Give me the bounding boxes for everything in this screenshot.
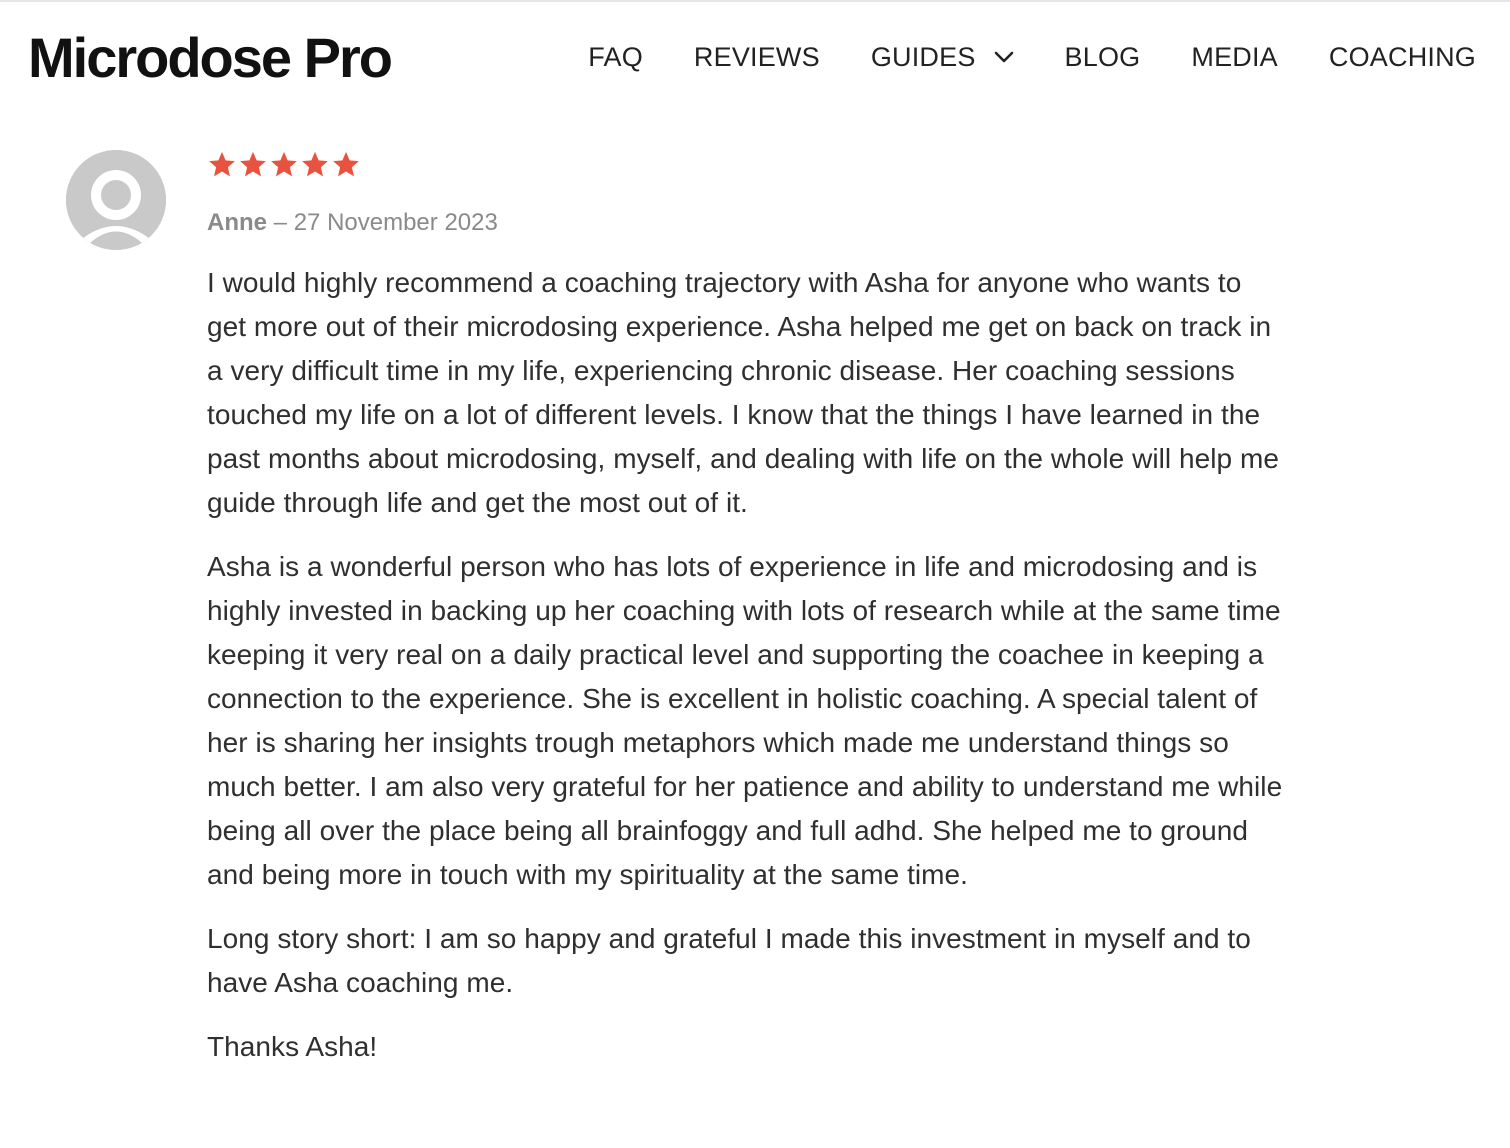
nav-item-label: COACHING (1328, 42, 1476, 72)
nav-item-blog[interactable]: BLOG (1065, 38, 1141, 76)
star-icon (209, 151, 235, 177)
star-icon (271, 151, 297, 177)
nav-item-faq[interactable]: FAQ (588, 38, 643, 76)
star-icon (333, 151, 359, 177)
nav-item-media[interactable]: MEDIA (1191, 38, 1278, 76)
review-text: I would highly recommend a coaching traj… (207, 261, 1287, 1069)
star-rating (207, 148, 1287, 182)
nav-item-label: BLOG (1064, 42, 1141, 72)
review-author: Anne (207, 209, 267, 236)
review-paragraph: Asha is a wonderful person who has lots … (207, 551, 1283, 890)
star-icon (240, 151, 266, 177)
nav-item-label: MEDIA (1191, 42, 1278, 72)
nav-item-label: REVIEWS (693, 42, 820, 72)
meta-separator: – (273, 209, 288, 236)
review-content: Anne – 27 November 2023 I would highly r… (207, 148, 1287, 1089)
review-paragraph: Long story short: I am so happy and grat… (207, 923, 1251, 998)
main-nav: FAQ REVIEWS GUIDES BLOG MEDIA COACHING (588, 38, 1476, 76)
review-paragraph: Thanks Asha! (207, 1031, 378, 1062)
nav-item-reviews[interactable]: REVIEWS (694, 38, 820, 76)
nav-item-coaching[interactable]: COACHING (1329, 38, 1476, 76)
nav-item-label: FAQ (588, 42, 643, 72)
nav-item-guides[interactable]: GUIDES (871, 38, 1014, 76)
site-header: Microdose Pro FAQ REVIEWS GUIDES BLOG ME… (0, 0, 1510, 112)
review-date: 27 November 2023 (293, 209, 498, 236)
nav-item-label: GUIDES (870, 42, 976, 72)
site-logo[interactable]: Microdose Pro (28, 24, 393, 92)
review-paragraph: I would highly recommend a coaching traj… (207, 267, 1279, 518)
review-meta: Anne – 27 November 2023 (207, 207, 1287, 239)
star-icon (302, 151, 328, 177)
default-user-avatar-icon (66, 150, 166, 250)
chevron-down-icon[interactable] (994, 50, 1014, 64)
